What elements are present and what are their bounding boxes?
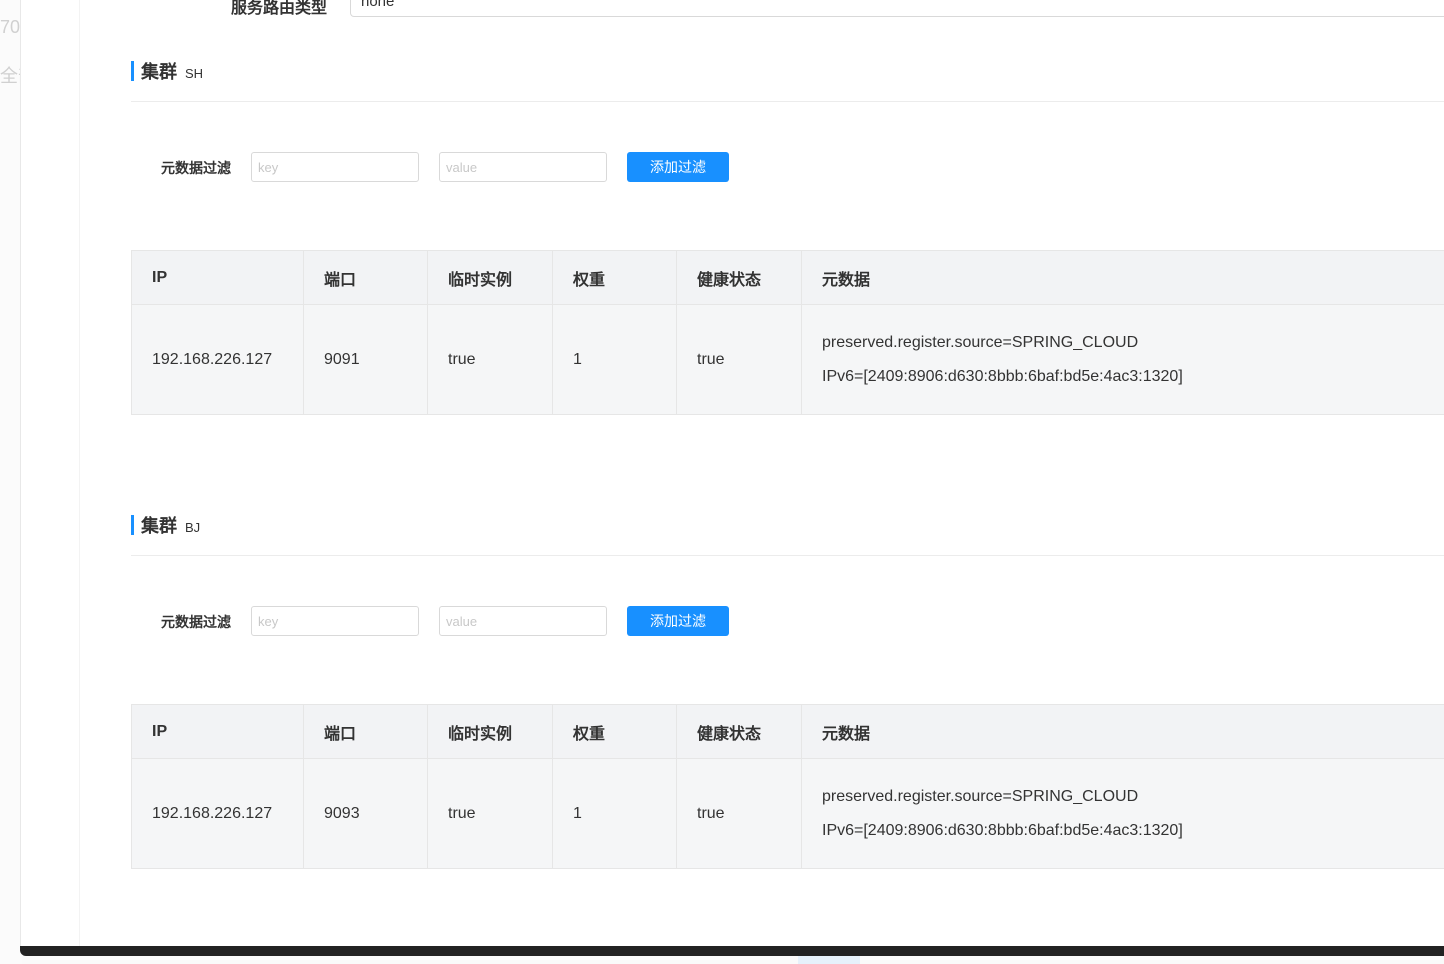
- cluster-name: SH: [185, 65, 204, 81]
- column-header-health: 健康状态: [676, 250, 802, 305]
- metadata-line: IPv6=[2409:8906:d630:8bbb:6baf:bd5e:4ac3…: [822, 367, 1183, 385]
- cluster-title: 集群 BJ: [131, 514, 200, 536]
- section-divider: [131, 555, 1444, 556]
- cluster-title: 集群 SH: [131, 60, 203, 82]
- route-type-field[interactable]: none: [350, 0, 1444, 17]
- background-fragment: 70: [0, 17, 21, 37]
- filter-key-input[interactable]: [251, 152, 419, 182]
- cell-ephemeral: true: [427, 304, 553, 415]
- cluster-name: BJ: [185, 519, 201, 535]
- cell-health: true: [676, 304, 802, 415]
- title-accent-bar: [131, 61, 134, 81]
- metadata-line: IPv6=[2409:8906:d630:8bbb:6baf:bd5e:4ac3…: [822, 821, 1183, 839]
- instance-table: IP 端口 临时实例 权重 健康状态 元数据 192.168.226.127 9…: [131, 704, 1444, 869]
- cell-ephemeral: true: [427, 758, 553, 869]
- metadata-line: preserved.register.source=SPRING_CLOUD: [822, 787, 1139, 805]
- column-header-health: 健康状态: [676, 704, 802, 759]
- column-header-metadata: 元数据: [801, 250, 1444, 305]
- title-accent-bar: [131, 515, 134, 535]
- section-divider: [131, 101, 1444, 102]
- route-type-value: none: [361, 0, 395, 10]
- column-header-ip: IP: [131, 250, 304, 305]
- filter-value-input[interactable]: [439, 606, 607, 636]
- filter-value-input[interactable]: [439, 152, 607, 182]
- cell-ip: 192.168.226.127: [131, 304, 304, 415]
- column-header-port: 端口: [303, 250, 428, 305]
- metadata-line: preserved.register.source=SPRING_CLOUD: [822, 333, 1139, 351]
- instance-table: IP 端口 临时实例 权重 健康状态 元数据 192.168.226.127 9…: [131, 250, 1444, 415]
- column-header-weight: 权重: [552, 250, 677, 305]
- cell-weight: 1: [552, 758, 677, 869]
- table-header-row: IP 端口 临时实例 权重 健康状态 元数据: [131, 704, 1444, 759]
- table-row: 192.168.226.127 9093 true 1 true preserv…: [131, 758, 1444, 869]
- window-bottom-edge: [20, 946, 1444, 956]
- cell-ip: 192.168.226.127: [131, 758, 304, 869]
- cell-metadata: preserved.register.source=SPRING_CLOUD I…: [801, 758, 1444, 869]
- service-detail-dialog: 服务路由类型 none 集群 SH 元数据过滤 添加过滤 IP: [20, 0, 1444, 948]
- dialog-divider: [79, 0, 80, 948]
- cell-health: true: [676, 758, 802, 869]
- route-type-label: 服务路由类型: [231, 0, 328, 17]
- table-header-row: IP 端口 临时实例 权重 健康状态 元数据: [131, 250, 1444, 305]
- metadata-filter-label: 元数据过滤: [161, 614, 231, 630]
- background-page-edge: 70 全部: [0, 0, 36, 964]
- cell-port: 9091: [303, 304, 428, 415]
- route-type-row: 服务路由类型 none: [21, 0, 1444, 18]
- cluster-title-label: 集群: [141, 516, 177, 536]
- cell-metadata: preserved.register.source=SPRING_CLOUD I…: [801, 304, 1444, 415]
- bottom-tab-highlight: [798, 956, 860, 964]
- column-header-ephemeral: 临时实例: [427, 250, 553, 305]
- column-header-ip: IP: [131, 704, 304, 759]
- cluster-title-label: 集群: [141, 62, 177, 82]
- filter-key-input[interactable]: [251, 606, 419, 636]
- add-filter-button[interactable]: 添加过滤: [627, 606, 729, 636]
- metadata-filter-label: 元数据过滤: [161, 160, 231, 176]
- add-filter-button[interactable]: 添加过滤: [627, 152, 729, 182]
- cell-port: 9093: [303, 758, 428, 869]
- column-header-ephemeral: 临时实例: [427, 704, 553, 759]
- table-row: 192.168.226.127 9091 true 1 true preserv…: [131, 304, 1444, 415]
- cell-weight: 1: [552, 304, 677, 415]
- column-header-port: 端口: [303, 704, 428, 759]
- column-header-metadata: 元数据: [801, 704, 1444, 759]
- column-header-weight: 权重: [552, 704, 677, 759]
